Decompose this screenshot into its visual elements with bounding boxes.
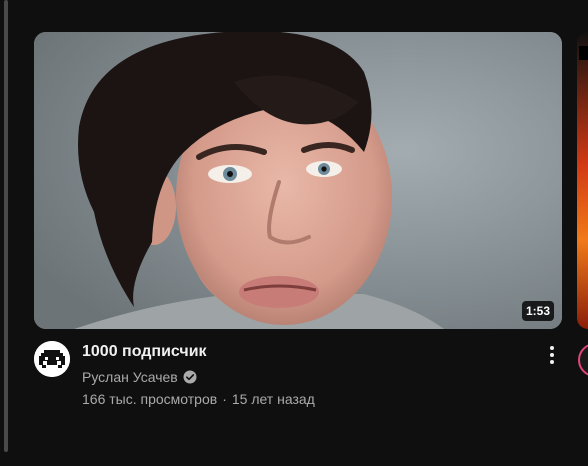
thumbnail-image xyxy=(34,32,562,329)
publish-date: 15 лет назад xyxy=(231,391,315,407)
menu-dot xyxy=(550,346,554,350)
channel-avatar-icon xyxy=(34,341,70,377)
video-stats: 166 тыс. просмотров · 15 лет назад xyxy=(82,389,512,409)
channel-avatar[interactable] xyxy=(34,341,70,377)
video-card[interactable]: 1:53 1000 подписчик Руслан Усачев 166 ты… xyxy=(34,32,562,411)
scrollbar[interactable] xyxy=(4,0,8,452)
video-thumbnail[interactable]: 1:53 xyxy=(34,32,562,329)
next-channel-avatar[interactable] xyxy=(577,342,588,378)
video-title[interactable]: 1000 подписчик xyxy=(82,341,512,363)
channel-name[interactable]: Руслан Усачев xyxy=(82,367,178,387)
menu-dot xyxy=(550,360,554,364)
view-count: 166 тыс. просмотров xyxy=(82,391,218,407)
video-meta: 1000 подписчик Руслан Усачев 166 тыс. пр… xyxy=(34,341,562,411)
video-duration-badge: 1:53 xyxy=(521,301,554,321)
verified-check-icon xyxy=(183,370,197,384)
video-details: 1000 подписчик Руслан Усачев 166 тыс. пр… xyxy=(82,341,512,409)
next-video-thumbnail[interactable] xyxy=(577,32,588,329)
more-vert-icon[interactable] xyxy=(542,341,562,369)
menu-dot xyxy=(550,353,554,357)
next-channel-avatar-icon xyxy=(578,344,588,376)
stats-separator: · xyxy=(222,391,227,407)
next-video-chip xyxy=(579,46,588,60)
video-grid-page: 1:53 1000 подписчик Руслан Усачев 166 ты… xyxy=(0,0,588,466)
channel-row: Руслан Усачев xyxy=(82,367,512,387)
